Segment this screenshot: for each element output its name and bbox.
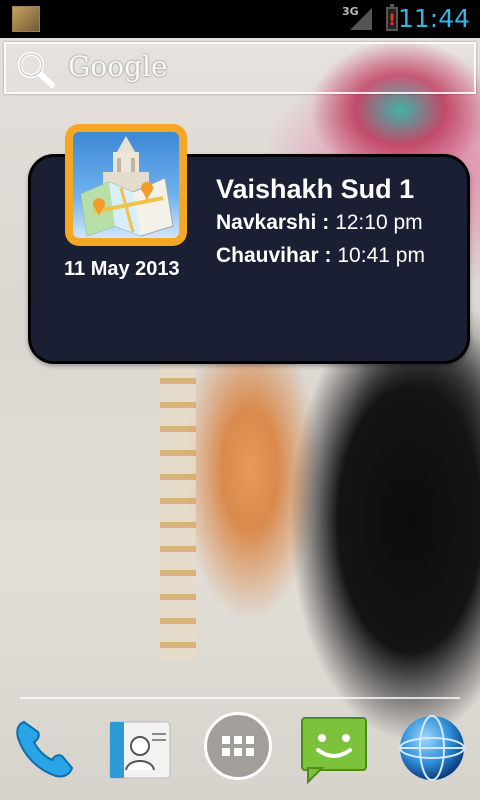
- tithi-title: Vaishakh Sud 1: [216, 174, 415, 204]
- dock-divider: [20, 697, 460, 699]
- contacts-icon[interactable]: [106, 712, 178, 784]
- messaging-icon[interactable]: [298, 712, 370, 785]
- app-notification-icon[interactable]: [12, 6, 40, 32]
- wallpaper-pillar: [160, 360, 196, 660]
- temple-map-icon-art: [80, 136, 174, 237]
- navkarshi-time: 12:10 pm: [335, 211, 423, 234]
- google-search-bar[interactable]: Google: [4, 42, 476, 94]
- browser-icon[interactable]: [396, 712, 468, 784]
- navkarshi-label: Navkarshi :: [216, 211, 330, 234]
- temple-map-icon[interactable]: [65, 124, 187, 246]
- status-clock: 11:44: [397, 4, 470, 33]
- battery-icon: !: [386, 4, 398, 31]
- signal-icon: [350, 8, 372, 30]
- widget-date: 11 May 2013: [64, 258, 180, 280]
- search-icon[interactable]: [14, 50, 58, 88]
- battery-alert: !: [388, 10, 396, 29]
- chauvihar-label: Chauvihar :: [216, 244, 332, 267]
- wallpaper: [0, 0, 480, 800]
- phone-icon[interactable]: [10, 712, 82, 784]
- navkarshi-row: Navkarshi : 12:10 pm: [216, 211, 423, 235]
- app-drawer-icon[interactable]: [204, 712, 276, 784]
- chauvihar-time: 10:41 pm: [337, 244, 425, 267]
- chauvihar-row: Chauvihar : 10:41 pm: [216, 244, 425, 268]
- status-bar: 3G ! 11:44: [0, 0, 480, 38]
- search-label[interactable]: Google: [68, 50, 168, 83]
